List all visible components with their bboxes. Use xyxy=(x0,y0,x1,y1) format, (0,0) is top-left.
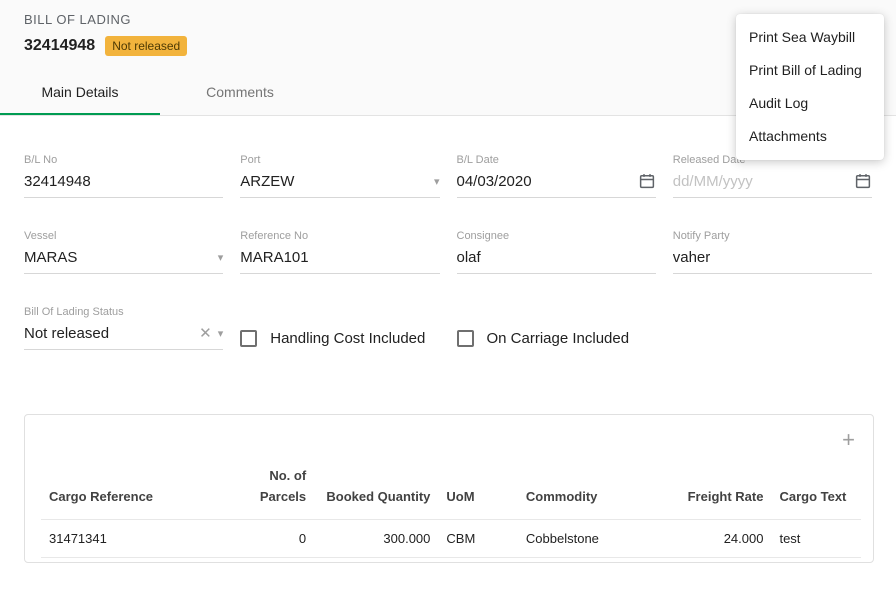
cargo-card: + Cargo Reference No. of Parcels Booked … xyxy=(24,414,874,563)
menu-item-attachments[interactable]: Attachments xyxy=(736,120,884,153)
column-header-cargo-reference: Cargo Reference xyxy=(41,458,225,519)
cell-cargo-text: test xyxy=(771,519,861,557)
menu-item-print-bill-of-lading[interactable]: Print Bill of Lading xyxy=(736,54,884,87)
bl-date-label: B/L Date xyxy=(457,154,656,166)
consignee-control xyxy=(457,248,656,274)
field-consignee: Consignee xyxy=(457,230,656,274)
vessel-control: ▾ xyxy=(24,248,223,274)
actions-menu: Print Sea Waybill Print Bill of Lading A… xyxy=(736,14,884,160)
handling-cost-checkbox-label: Handling Cost Included xyxy=(270,330,425,347)
column-header-freight-rate: Freight Rate xyxy=(672,458,771,519)
cell-commodity: Cobbelstone xyxy=(518,519,672,557)
cargo-table: Cargo Reference No. of Parcels Booked Qu… xyxy=(41,458,861,558)
cargo-table-header-row: Cargo Reference No. of Parcels Booked Qu… xyxy=(41,458,861,519)
reference-no-input[interactable] xyxy=(240,249,439,266)
consignee-label: Consignee xyxy=(457,230,656,242)
menu-item-audit-log[interactable]: Audit Log xyxy=(736,87,884,120)
column-header-cargo-text: Cargo Text xyxy=(771,458,861,519)
released-date-control xyxy=(673,172,872,198)
column-header-booked-quantity: Booked Quantity xyxy=(314,458,438,519)
add-cargo-button[interactable]: + xyxy=(842,429,855,451)
bl-date-control xyxy=(457,172,656,198)
status-badge: Not released xyxy=(105,36,187,56)
cell-uom: CBM xyxy=(438,519,518,557)
reference-no-control xyxy=(240,248,439,274)
reference-no-label: Reference No xyxy=(240,230,439,242)
port-control: ▾ xyxy=(240,172,439,198)
on-carriage-checkbox-item[interactable]: On Carriage Included xyxy=(457,306,656,350)
notify-party-label: Notify Party xyxy=(673,230,872,242)
bl-no-control xyxy=(24,172,223,198)
field-bl-no: B/L No xyxy=(24,154,223,198)
field-port: Port ▾ xyxy=(240,154,439,198)
clear-icon[interactable]: ✕ xyxy=(199,324,212,342)
vessel-label: Vessel xyxy=(24,230,223,242)
chevron-down-icon[interactable]: ▾ xyxy=(218,251,224,264)
vessel-select[interactable] xyxy=(24,249,212,266)
field-vessel: Vessel ▾ xyxy=(24,230,223,274)
menu-item-print-sea-waybill[interactable]: Print Sea Waybill xyxy=(736,21,884,54)
chevron-down-icon[interactable]: ▾ xyxy=(218,327,224,340)
column-header-no-of-parcels: No. of Parcels xyxy=(225,458,315,519)
column-header-uom: UoM xyxy=(438,458,518,519)
field-bl-date: B/L Date xyxy=(457,154,656,198)
port-label: Port xyxy=(240,154,439,166)
calendar-icon[interactable] xyxy=(638,172,656,190)
notify-party-input[interactable] xyxy=(673,249,872,266)
table-row[interactable]: 31471341 0 300.000 CBM Cobbelstone 24.00… xyxy=(41,519,861,557)
bl-no-label: B/L No xyxy=(24,154,223,166)
handling-cost-checkbox[interactable] xyxy=(240,330,257,347)
calendar-icon[interactable] xyxy=(854,172,872,190)
released-date-input[interactable] xyxy=(673,173,848,190)
field-bl-status: Bill Of Lading Status ✕ ▾ xyxy=(24,306,223,350)
tab-main-details[interactable]: Main Details xyxy=(0,72,160,115)
chevron-down-icon[interactable]: ▾ xyxy=(434,175,440,188)
tab-comments[interactable]: Comments xyxy=(160,72,320,115)
column-header-commodity: Commodity xyxy=(518,458,672,519)
handling-cost-checkbox-item[interactable]: Handling Cost Included xyxy=(240,306,439,350)
bl-number: 32414948 xyxy=(24,37,95,55)
cell-freight-rate: 24.000 xyxy=(672,519,771,557)
field-released-date: Released Date xyxy=(673,154,872,198)
bl-no-input[interactable] xyxy=(24,173,223,190)
on-carriage-checkbox[interactable] xyxy=(457,330,474,347)
on-carriage-checkbox-label: On Carriage Included xyxy=(487,330,630,347)
consignee-input[interactable] xyxy=(457,249,656,266)
bl-status-control: ✕ ▾ xyxy=(24,324,223,350)
bl-date-input[interactable] xyxy=(457,173,632,190)
cargo-card-toolbar: + xyxy=(41,427,861,452)
bl-status-select[interactable] xyxy=(24,325,193,342)
form-spacer xyxy=(673,306,872,350)
notify-party-control xyxy=(673,248,872,274)
field-reference-no: Reference No xyxy=(240,230,439,274)
port-select[interactable] xyxy=(240,173,428,190)
field-notify-party: Notify Party xyxy=(673,230,872,274)
cell-cargo-reference: 31471341 xyxy=(41,519,225,557)
bl-status-label: Bill Of Lading Status xyxy=(24,306,223,318)
cell-booked-quantity: 300.000 xyxy=(314,519,438,557)
cell-no-of-parcels: 0 xyxy=(225,519,315,557)
